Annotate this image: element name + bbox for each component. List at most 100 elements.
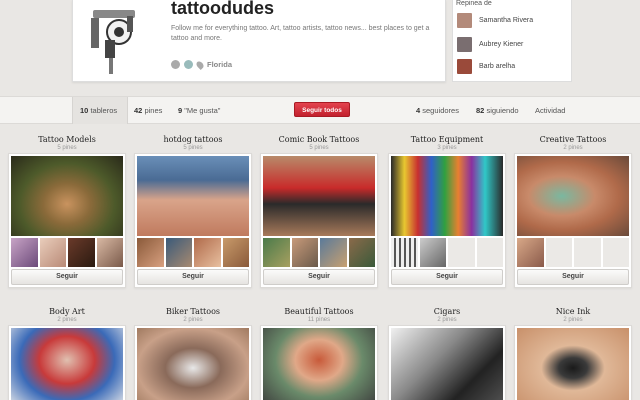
- follow-board-button[interactable]: Seguir: [11, 269, 123, 285]
- board-thumbnail[interactable]: [391, 238, 418, 267]
- repin-user-name: Aubrey Kiener: [479, 41, 524, 48]
- repins-title: Repinea de: [456, 0, 492, 7]
- board-cover-image[interactable]: [137, 328, 249, 400]
- board-title[interactable]: Tattoo Equipment: [388, 134, 506, 145]
- board-title[interactable]: Cigars: [388, 306, 506, 317]
- board-cover-image[interactable]: [263, 156, 375, 236]
- board-frame[interactable]: Seguir: [134, 153, 252, 288]
- board-pin-count: 2 pines: [183, 317, 203, 323]
- board-pin-count: 2 pines: [437, 317, 457, 323]
- board-frame[interactable]: Seguir: [514, 153, 632, 288]
- board-card[interactable]: Creative Tattoos 2 pines Seguir: [514, 134, 632, 288]
- board-thumbnail[interactable]: [68, 238, 95, 267]
- board-cover-image[interactable]: [11, 328, 123, 400]
- avatar[interactable]: [79, 0, 157, 78]
- board-cover-image[interactable]: [517, 328, 629, 400]
- board-title[interactable]: Tattoo Models: [8, 134, 126, 145]
- board-thumbnail[interactable]: [419, 238, 446, 267]
- follow-board-button[interactable]: Seguir: [263, 269, 375, 285]
- board-pin-count: 2 pines: [563, 145, 583, 151]
- board-card[interactable]: hotdog tattoos 5 pines Seguir: [134, 134, 252, 288]
- board-thumbnail[interactable]: [194, 238, 221, 267]
- board-thumbnail[interactable]: [448, 238, 475, 267]
- board-frame[interactable]: [388, 325, 506, 400]
- board-thumbnail[interactable]: [222, 238, 249, 267]
- board-thumbnail[interactable]: [39, 238, 66, 267]
- board-pin-count: 11 pines: [307, 317, 331, 323]
- tab-pins[interactable]: 42 pines: [134, 106, 162, 115]
- board-card[interactable]: Tattoo Equipment 3 pines Seguir: [388, 134, 506, 288]
- board-card[interactable]: Cigars 2 pines: [388, 306, 506, 400]
- board-cover-image[interactable]: [391, 156, 503, 236]
- tab-following[interactable]: 82 siguiendo: [476, 106, 519, 115]
- board-thumbnail[interactable]: [574, 238, 601, 267]
- board-frame[interactable]: [514, 325, 632, 400]
- board-card[interactable]: Nice Ink 2 pines: [514, 306, 632, 400]
- board-pin-count: 5 pines: [183, 145, 203, 151]
- board-thumbnail[interactable]: [263, 238, 290, 267]
- board-cover-image[interactable]: [391, 328, 503, 400]
- profile-nav: 10 tableros 42 pines 9 "Me gusta" Seguir…: [0, 96, 640, 124]
- board-card[interactable]: Comic Book Tattoos 5 pines Seguir: [260, 134, 378, 288]
- tab-boards[interactable]: 10 tableros: [80, 106, 117, 115]
- board-title[interactable]: Beautiful Tattoos: [260, 306, 378, 317]
- board-card[interactable]: Biker Tattoos 2 pines: [134, 306, 252, 400]
- repin-user-name: Samantha Rivera: [479, 17, 534, 24]
- repin-user[interactable]: Samantha Rivera: [457, 13, 533, 28]
- board-title[interactable]: Nice Ink: [514, 306, 632, 317]
- profile-bio: Follow me for everything tattoo. Art, ta…: [171, 25, 430, 42]
- globe-icon[interactable]: [171, 60, 180, 69]
- board-frame[interactable]: Seguir: [8, 153, 126, 288]
- follow-board-button[interactable]: Seguir: [391, 269, 503, 285]
- tab-followers[interactable]: 4 seguidores: [416, 106, 459, 115]
- board-pin-count: 5 pines: [57, 145, 77, 151]
- profile-card: tattoodudes Follow me for everything tat…: [72, 0, 446, 82]
- twitter-icon[interactable]: [184, 60, 193, 69]
- board-card[interactable]: Tattoo Models 5 pines Seguir: [8, 134, 126, 288]
- board-frame[interactable]: Seguir: [260, 153, 378, 288]
- board-frame[interactable]: [8, 325, 126, 400]
- board-frame[interactable]: Seguir: [388, 153, 506, 288]
- board-pin-count: 2 pines: [563, 317, 583, 323]
- board-pin-count: 5 pines: [309, 145, 329, 151]
- board-title[interactable]: Biker Tattoos: [134, 306, 252, 317]
- avatar: [457, 13, 472, 28]
- board-cover-image[interactable]: [11, 156, 123, 236]
- repins-panel: Repinea de Samantha Rivera Aubrey Kiener…: [452, 0, 572, 82]
- follow-board-button[interactable]: Seguir: [517, 269, 629, 285]
- follow-all-button[interactable]: Seguir todos: [294, 102, 350, 117]
- board-thumbnail[interactable]: [11, 238, 38, 267]
- board-card[interactable]: Beautiful Tattoos 11 pines: [260, 306, 378, 400]
- tab-likes[interactable]: 9 "Me gusta": [178, 106, 220, 115]
- board-thumbnail[interactable]: [348, 238, 375, 267]
- board-cover-image[interactable]: [137, 156, 249, 236]
- board-frame[interactable]: [134, 325, 252, 400]
- board-thumbnail[interactable]: [137, 238, 164, 267]
- board-card[interactable]: Body Art 2 pines: [8, 306, 126, 400]
- board-thumbnail[interactable]: [320, 238, 347, 267]
- board-thumbnail[interactable]: [602, 238, 629, 267]
- board-thumbnail[interactable]: [291, 238, 318, 267]
- board-title[interactable]: Creative Tattoos: [514, 134, 632, 145]
- board-thumbnail[interactable]: [545, 238, 572, 267]
- avatar: [457, 59, 472, 74]
- profile-links: Florida: [171, 59, 232, 70]
- board-cover-image[interactable]: [517, 156, 629, 236]
- board-thumbnail[interactable]: [165, 238, 192, 267]
- avatar: [457, 37, 472, 52]
- follow-board-button[interactable]: Seguir: [137, 269, 249, 285]
- board-thumbnail[interactable]: [476, 238, 503, 267]
- board-frame[interactable]: [260, 325, 378, 400]
- board-title[interactable]: hotdog tattoos: [134, 134, 252, 145]
- board-cover-image[interactable]: [263, 328, 375, 400]
- tattoo-machine-icon: [91, 10, 135, 74]
- board-title[interactable]: Comic Book Tattoos: [260, 134, 378, 145]
- board-pin-count: 3 pines: [437, 145, 457, 151]
- repin-user[interactable]: Aubrey Kiener: [457, 37, 523, 52]
- tab-activity[interactable]: Actividad: [535, 106, 565, 115]
- board-thumbnail[interactable]: [96, 238, 123, 267]
- repin-user[interactable]: Barb arelha: [457, 59, 515, 74]
- board-thumbnail[interactable]: [517, 238, 544, 267]
- repin-user-name: Barb arelha: [479, 63, 516, 70]
- board-title[interactable]: Body Art: [8, 306, 126, 317]
